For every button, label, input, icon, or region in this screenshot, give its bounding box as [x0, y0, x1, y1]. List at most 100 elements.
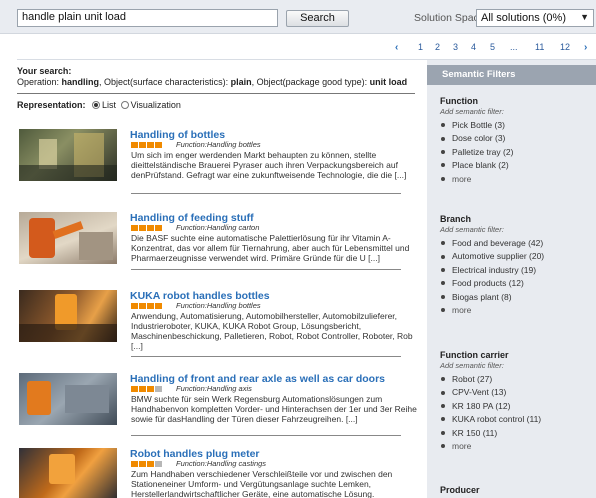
- result-thumbnail[interactable]: [19, 129, 117, 181]
- page-link[interactable]: 11: [535, 42, 544, 52]
- filter-item-label: Pick Bottle (3): [452, 120, 505, 130]
- filter-item[interactable]: Food and beverage (42): [440, 237, 590, 250]
- result-thumbnail[interactable]: [19, 448, 117, 498]
- visualization-radio[interactable]: [120, 101, 129, 109]
- summary-text: , Object(package good type):: [251, 77, 370, 87]
- page-link[interactable]: 12: [560, 42, 570, 52]
- filter-item-label: CPV-Vent (13): [452, 387, 507, 398]
- result-thumbnail[interactable]: [19, 212, 117, 264]
- bullet-icon: [441, 417, 445, 422]
- page-link[interactable]: 1: [418, 42, 423, 52]
- rating-bar: [131, 303, 163, 310]
- divider: [17, 93, 415, 94]
- filter-more-link[interactable]: more: [440, 440, 590, 453]
- filter-group-title: Function carrier: [440, 350, 509, 360]
- semantic-filters-header: Semantic Filters: [427, 65, 596, 85]
- summary-text: Operation:: [17, 77, 62, 87]
- search-summary-line: Operation: handling, Object(surface char…: [17, 77, 415, 88]
- filter-group-title: Branch: [440, 214, 472, 224]
- filter-item-label: Dose color (3): [452, 133, 506, 144]
- result-thumbnail[interactable]: [19, 373, 117, 425]
- filter-item[interactable]: KR 150 (11): [440, 427, 590, 440]
- top-search-bar: handle plain unit load Search Solution S…: [0, 0, 596, 34]
- page-link[interactable]: 5: [490, 42, 495, 52]
- filter-item-label: KR 180 PA (12): [452, 400, 511, 411]
- representation-label: Representation:: [17, 100, 86, 110]
- result-description: Zum Handhaben verschiedener Verschleißte…: [131, 469, 393, 498]
- summary-text: , Object(surface characteristics):: [99, 77, 231, 87]
- result-title-link[interactable]: Handling of front and rear axle as well …: [130, 373, 385, 385]
- page-link[interactable]: 3: [453, 42, 458, 52]
- filter-item[interactable]: CPV-Vent (13): [440, 386, 590, 399]
- filter-item[interactable]: Biogas plant (8): [440, 291, 590, 304]
- bullet-icon: [441, 136, 445, 141]
- filter-item-label: Food and beverage (42): [452, 238, 544, 248]
- divider: [131, 435, 401, 436]
- result-description: BMW suchte für sein Werk Regensburg Auto…: [131, 394, 417, 424]
- summary-operation: handling: [61, 77, 100, 87]
- filter-item[interactable]: Food products (12): [440, 277, 590, 290]
- filter-item[interactable]: KR 180 PA (12): [440, 400, 590, 413]
- bullet-icon: [441, 268, 445, 273]
- filter-item-label: KUKA robot control (11): [452, 414, 542, 425]
- filter-item-label: more: [452, 305, 472, 316]
- page-link[interactable]: 2: [435, 42, 440, 52]
- search-summary: Your search: Operation: handling, Object…: [17, 66, 415, 88]
- filter-item-label: Automotive supplier (20): [452, 251, 545, 262]
- filter-group-title: Producer: [440, 485, 480, 495]
- divider: [131, 269, 401, 270]
- next-page-icon[interactable]: ›: [584, 42, 587, 53]
- search-button[interactable]: Search: [286, 10, 349, 27]
- filter-item-label: more: [452, 173, 472, 184]
- semantic-filters-panel: Semantic Filters Function Add semantic f…: [427, 60, 596, 498]
- filter-group-producer: Producer: [440, 485, 590, 496]
- bullet-icon: [441, 404, 445, 409]
- solution-space-value: All solutions (0%): [481, 12, 566, 24]
- result-function: Function:Handling bottles: [176, 140, 261, 149]
- result-description: Anwendung, Automatisierung, Automobilher…: [131, 311, 413, 351]
- result-description: Die BASF suchte eine automatische Palett…: [131, 233, 410, 263]
- filter-item-label: Place blank (2): [452, 160, 509, 171]
- filter-item[interactable]: Pick Bottle (3): [440, 119, 590, 132]
- filter-item[interactable]: Automotive supplier (20): [440, 250, 590, 263]
- bullet-icon: [441, 176, 445, 181]
- filter-more-link[interactable]: more: [440, 304, 590, 317]
- chevron-down-icon: ▼: [580, 12, 589, 22]
- rating-bar: [131, 225, 163, 232]
- filter-item[interactable]: Place blank (2): [440, 159, 590, 172]
- prev-page-icon[interactable]: ‹: [395, 42, 398, 53]
- filter-group-hint: Add semantic filter:: [440, 361, 504, 370]
- bullet-icon: [441, 377, 445, 382]
- bullet-icon: [441, 430, 445, 435]
- search-input[interactable]: handle plain unit load: [17, 9, 278, 27]
- filter-item[interactable]: Electrical industry (19): [440, 264, 590, 277]
- bullet-icon: [441, 281, 445, 286]
- result-description: Um sich im enger werdenden Markt behaupt…: [131, 150, 407, 180]
- page-link[interactable]: 4: [471, 42, 476, 52]
- bullet-icon: [441, 390, 445, 395]
- representation-toggle: Representation: List Visualization: [17, 100, 181, 110]
- list-radio[interactable]: [92, 101, 101, 109]
- filter-item[interactable]: KUKA robot control (11): [440, 413, 590, 426]
- filter-item[interactable]: Palletize tray (2): [440, 146, 590, 159]
- search-summary-heading: Your search:: [17, 66, 72, 76]
- list-radio-label: List: [102, 100, 117, 110]
- filter-item[interactable]: Robot (27): [440, 373, 590, 386]
- rating-bar: [131, 461, 163, 468]
- filter-group-title: Function: [440, 96, 478, 106]
- result-function: Function:Handling bottles: [176, 301, 261, 310]
- filter-group-hint: Add semantic filter:: [440, 225, 504, 234]
- filter-item-label: more: [452, 441, 472, 452]
- summary-surface: plain: [230, 77, 252, 87]
- result-function: Function:Handling castings: [176, 459, 267, 468]
- bullet-icon: [441, 444, 445, 449]
- filter-more-link[interactable]: more: [440, 173, 590, 186]
- solution-space-select[interactable]: All solutions (0%) ▼: [476, 9, 594, 27]
- bullet-icon: [441, 150, 445, 155]
- result-function: Function:Handling axis: [176, 384, 252, 393]
- bullet-icon: [441, 308, 445, 313]
- result-thumbnail[interactable]: [19, 290, 117, 342]
- filter-item[interactable]: Dose color (3): [440, 132, 590, 145]
- bullet-icon: [441, 254, 445, 259]
- divider: [131, 356, 401, 357]
